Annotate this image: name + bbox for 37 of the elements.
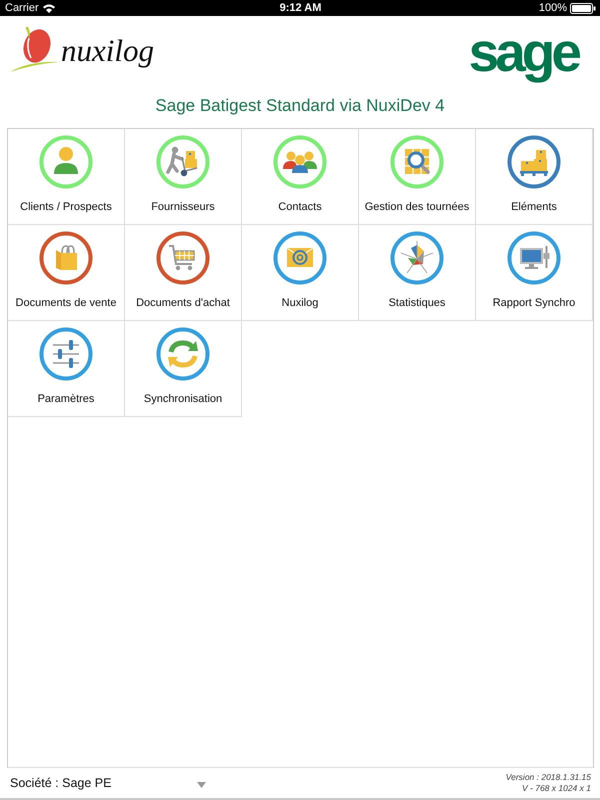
menu-tile[interactable]: Fournisseurs [125,129,242,225]
menu-tile[interactable]: Contacts [242,129,359,225]
battery-icon [570,2,596,14]
menu-tile[interactable]: Documents d'achat [125,225,242,321]
nuxilog-wordmark: nuxilog [61,34,154,66]
wifi-icon [42,4,55,12]
menu-tile[interactable]: Rapport Synchro [476,225,593,321]
battery-percent: 100% [538,2,567,14]
caret-icon [197,782,206,788]
carrier-text: Carrier [5,2,39,14]
people-icon [273,135,327,189]
menu-tile[interactable]: Clients / Prospects [8,129,125,225]
menu-tile[interactable]: Paramètres [8,321,125,417]
menu-tile[interactable]: Synchronisation [125,321,242,417]
screen-info-text: V - 768 x 1024 x 1 [522,783,591,794]
menu-tile[interactable]: Gestion des tournées [359,129,476,225]
menu-tile[interactable]: Statistiques [359,225,476,321]
sliders-icon [39,327,93,381]
clock-text: 9:12 AM [280,2,322,14]
envelope-at-icon [273,231,327,285]
menu-tile[interactable]: Documents de vente [8,225,125,321]
radar-chart-icon [390,231,444,285]
map-magnifier-icon [390,135,444,189]
sage-wordmark: sage [468,22,580,82]
shopping-cart-icon [156,231,210,285]
pallet-boxes-icon [507,135,561,189]
shopping-bag-icon [39,231,93,285]
version-text: Version : 2018.1.31.15 [506,772,591,783]
menu-tile[interactable]: Eléments [476,129,593,225]
sync-arrows-icon [156,327,210,381]
person-icon [39,135,93,189]
app-title: Sage Batigest Standard via NuxiDev 4 [155,96,445,116]
leaf-logo-icon [9,26,59,72]
company-select[interactable]: Société : Sage PE [10,776,206,790]
menu-tile[interactable]: Nuxilog [242,225,359,321]
hand-truck-icon [156,135,210,189]
monitor-icon [507,231,561,285]
